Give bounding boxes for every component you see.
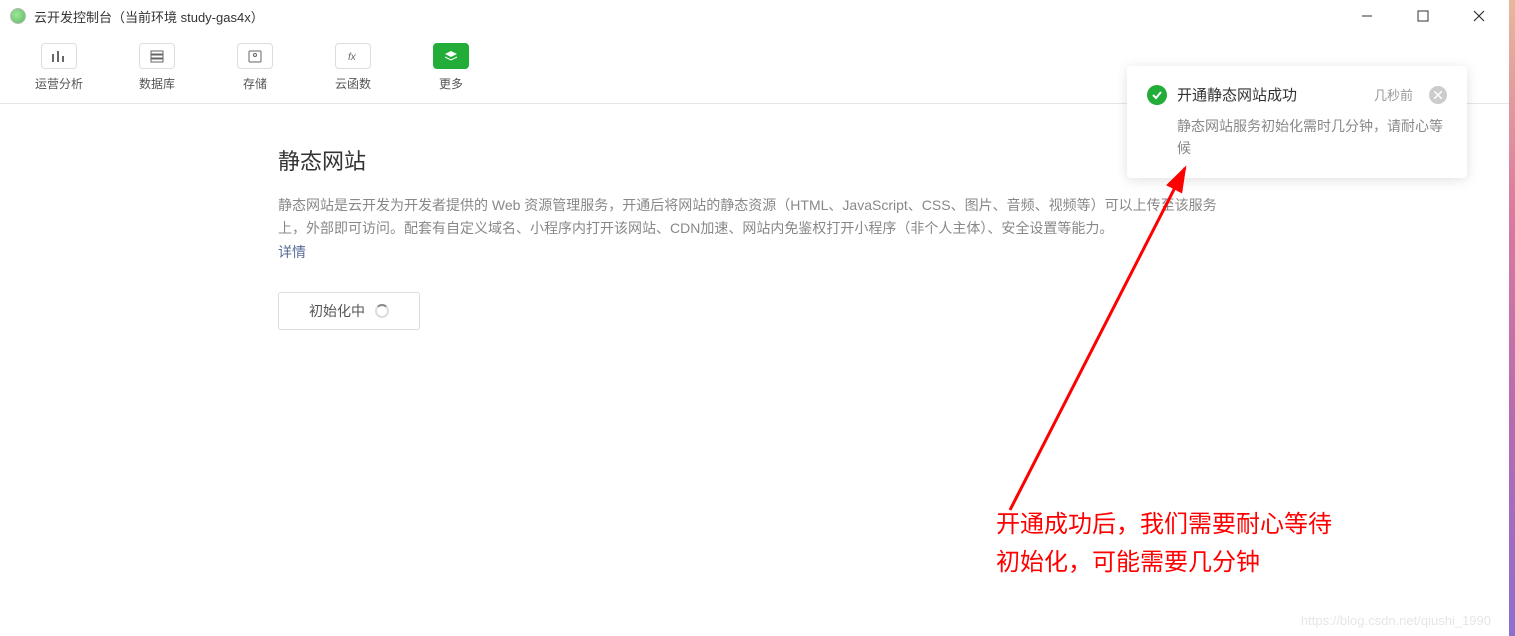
toolbar-label: 更多	[439, 75, 463, 92]
minimize-button[interactable]	[1351, 0, 1383, 32]
toolbar-item-more[interactable]: 更多	[416, 43, 486, 92]
spinner-icon	[375, 304, 389, 318]
toolbar-item-database[interactable]: 数据库	[122, 43, 192, 92]
annotation-line1: 开通成功后，我们需要耐心等待	[996, 511, 1332, 538]
app-icon	[10, 8, 26, 24]
toolbar-item-analytics[interactable]: 运营分析	[24, 43, 94, 92]
toolbar-label: 运营分析	[35, 75, 83, 92]
page-description: 静态网站是云开发为开发者提供的 Web 资源管理服务，开通后将网站的静态资源（H…	[278, 194, 1228, 240]
edge-strip	[1509, 0, 1515, 636]
toolbar-item-function[interactable]: fx 云函数	[318, 43, 388, 92]
success-toast: 开通静态网站成功 几秒前 静态网站服务初始化需时几分钟，请耐心等候	[1127, 66, 1467, 178]
annotation-line2: 初始化，可能需要几分钟	[996, 549, 1260, 576]
function-icon: fx	[335, 43, 371, 69]
annotation-text: 开通成功后，我们需要耐心等待 初始化，可能需要几分钟	[996, 506, 1332, 583]
details-link[interactable]: 详情	[278, 242, 306, 262]
toolbar-label: 云函数	[335, 75, 371, 92]
watermark: https://blog.csdn.net/qiushi_1990	[1301, 613, 1491, 628]
maximize-button[interactable]	[1407, 0, 1439, 32]
storage-icon	[237, 43, 273, 69]
window-title: 云开发控制台（当前环境 study-gas4x）	[34, 7, 264, 26]
toolbar-label: 数据库	[139, 75, 175, 92]
toast-title: 开通静态网站成功	[1177, 84, 1364, 105]
toast-header: 开通静态网站成功 几秒前	[1147, 84, 1447, 105]
toolbar-item-storage[interactable]: 存储	[220, 43, 290, 92]
toast-body: 静态网站服务初始化需时几分钟，请耐心等候	[1177, 115, 1447, 160]
layers-icon	[433, 43, 469, 69]
bar-chart-icon	[41, 43, 77, 69]
database-icon	[139, 43, 175, 69]
init-button-label: 初始化中	[309, 301, 365, 321]
svg-text:fx: fx	[348, 52, 357, 63]
window-controls	[1351, 0, 1507, 32]
toast-close-button[interactable]	[1429, 86, 1447, 104]
check-circle-icon	[1147, 85, 1167, 105]
toolbar-label: 存储	[243, 75, 267, 92]
window-titlebar: 云开发控制台（当前环境 study-gas4x）	[0, 0, 1515, 32]
initialize-button[interactable]: 初始化中	[278, 292, 420, 330]
toast-time: 几秒前	[1374, 85, 1413, 104]
close-button[interactable]	[1463, 0, 1495, 32]
